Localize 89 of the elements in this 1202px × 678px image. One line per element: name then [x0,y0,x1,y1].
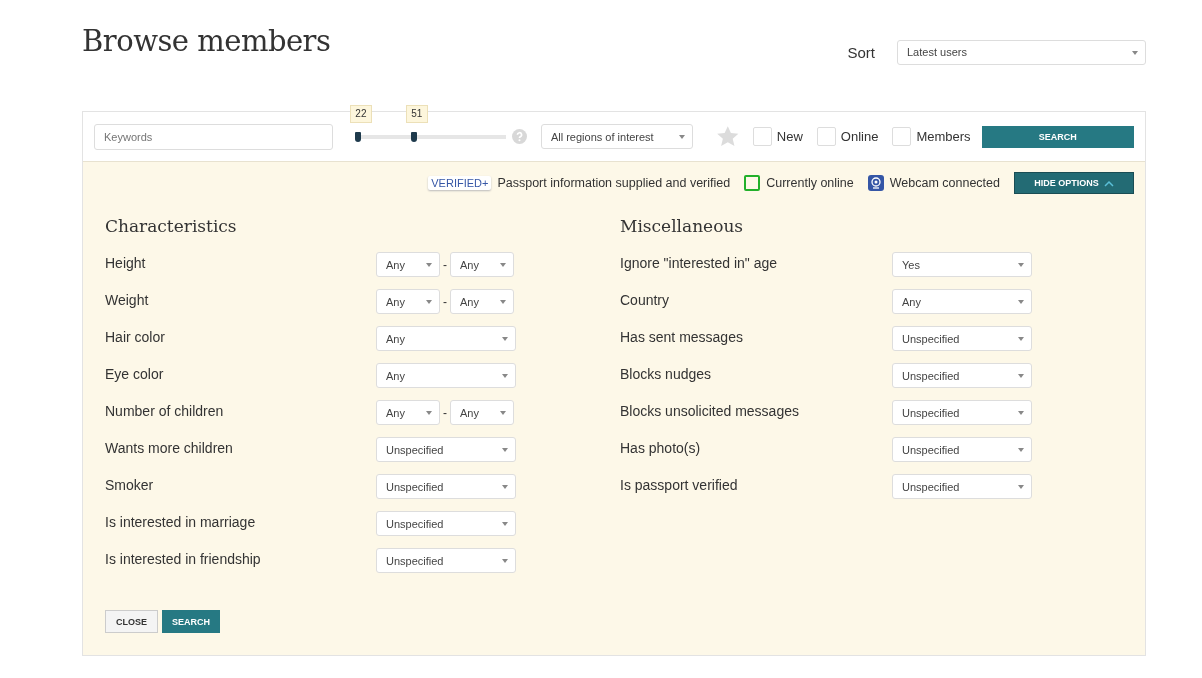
online-indicator-icon [744,175,761,191]
caret-icon [502,485,508,489]
star-icon[interactable] [716,125,740,148]
caret-icon [426,411,432,415]
field-label: Smoker [105,477,155,493]
field-label: Wants more children [105,440,234,456]
dropdown[interactable]: Unspecified [892,437,1032,462]
caret-icon [1018,300,1024,304]
field-label: Is interested in marriage [105,514,257,530]
dropdown[interactable]: Unspecified [376,511,516,536]
caret-icon [1018,374,1024,378]
dropdown[interactable]: Any [376,363,516,388]
dropdown[interactable]: Any [376,326,516,351]
caret-icon [502,448,508,452]
field-label: Hair color [105,329,166,345]
field-label: Blocks unsolicited messages [620,403,800,419]
range-separator: - [443,257,447,272]
caret-icon [1132,50,1138,55]
page-title: Browse members [82,24,331,60]
checkbox[interactable] [816,127,836,146]
caret-icon [1018,337,1024,341]
field-label: Country [620,292,671,308]
field-label: Ignore "interested in" age [620,255,779,271]
legend-label: Passport information supplied and verified [497,176,731,190]
range-separator: - [443,405,447,420]
field-label: Height [105,255,147,271]
slider-value-tooltip: 51 [405,104,428,123]
section-heading: Miscellaneous [620,216,745,236]
dropdown[interactable]: Any [450,400,514,425]
close-button[interactable]: CLOSE [105,610,158,633]
dropdown[interactable]: Yes [892,252,1032,277]
field-label: Has photo(s) [620,440,702,456]
slider-value-tooltip: 22 [349,104,372,123]
help-icon[interactable] [511,129,527,144]
dropdown[interactable]: Any [376,252,440,277]
caret-icon [1018,448,1024,452]
range-separator: - [443,294,447,309]
field-label: Eye color [105,366,165,382]
dropdown[interactable]: Any [450,252,514,277]
dropdown[interactable]: Unspecified [892,363,1032,388]
dropdown[interactable]: Any [892,289,1032,314]
checkbox[interactable] [752,127,772,146]
search-button[interactable]: SEARCH [162,610,221,633]
caret-icon [500,411,506,415]
caret-icon [500,263,506,267]
dropdown[interactable]: Unspecified [892,400,1032,425]
dropdown[interactable]: Any [376,289,440,314]
field-label: Weight [105,292,150,308]
search-button[interactable]: SEARCH [981,125,1134,148]
legend-label: Webcam connected [889,176,1000,190]
webcam-icon [867,175,884,191]
caret-icon [426,263,432,267]
checkbox-label: Online [840,129,879,144]
field-label: Number of children [105,403,225,419]
dropdown[interactable]: Any [450,289,514,314]
legend-label: Currently online [766,176,854,190]
caret-icon [1018,485,1024,489]
caret-icon [502,337,508,341]
caret-icon [426,300,432,304]
caret-icon [1018,263,1024,267]
checkbox[interactable] [892,127,912,146]
caret-icon [1018,411,1024,415]
caret-icon [679,135,686,139]
field-label: Is passport verified [620,477,739,493]
dropdown[interactable]: Unspecified [892,326,1032,351]
caret-icon [502,522,508,526]
chevron-up-icon [1103,179,1114,187]
caret-icon [500,300,506,304]
dropdown[interactable]: Unspecified [376,437,516,462]
slider-thumb[interactable] [354,131,361,142]
keywords-field[interactable]: Keywords [94,123,333,150]
verified-badge: VERIFIED+ [428,176,492,190]
field-label: Is interested in friendship [105,551,262,567]
sort-label: Sort [847,43,875,61]
dropdown[interactable]: Unspecified [892,474,1032,499]
hide-options-button[interactable]: HIDE OPTIONS [1014,172,1134,194]
slider-thumb[interactable] [410,131,417,142]
sort-dropdown[interactable]: Latest users [897,39,1146,65]
dropdown[interactable]: Unspecified [376,474,516,499]
region-dropdown[interactable]: All regions of interest [540,124,694,149]
dropdown[interactable]: Any [376,400,440,425]
field-label: Blocks nudges [620,366,713,382]
checkbox-label: Members [916,129,971,144]
checkbox-label: New [776,129,803,144]
field-label: Has sent messages [620,329,744,345]
section-heading: Characteristics [105,216,238,236]
caret-icon [502,374,508,378]
dropdown[interactable]: Unspecified [376,548,516,573]
caret-icon [502,559,508,563]
